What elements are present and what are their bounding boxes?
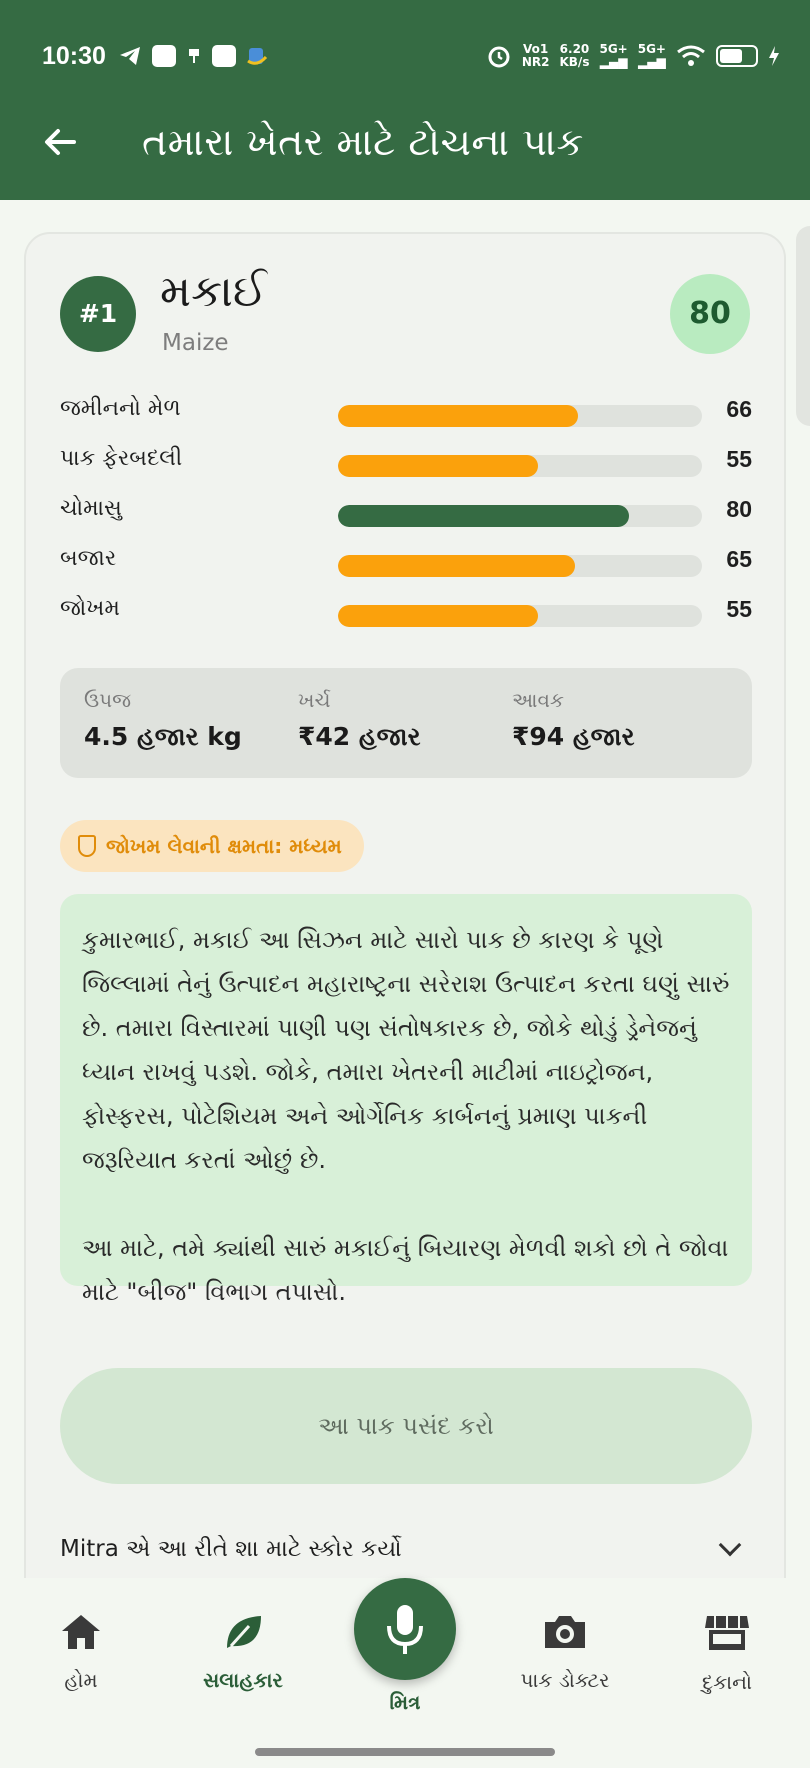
crop-name: મકાઈ	[160, 266, 267, 317]
page-title: તમારા ખેતર માટે ટોચના પાક	[142, 119, 584, 164]
metric-row: બજાર 65	[60, 542, 752, 592]
nav-advisor-label: સલાહકાર	[203, 1668, 283, 1692]
camera-icon	[545, 1616, 585, 1648]
mitra-voice-button[interactable]	[354, 1578, 456, 1680]
risk-tolerance-text: જોખમ લેવાની ક્ષમતા: મધ્યમ	[106, 834, 342, 858]
status-time: 10:30	[42, 41, 106, 70]
score-explanation-label: Mitra એ આ રીતે શા માટે સ્કોર કર્યો	[60, 1536, 402, 1562]
score-explanation-expander[interactable]: Mitra એ આ રીતે શા માટે સ્કોર કર્યો	[60, 1524, 752, 1574]
metric-bar-fill	[338, 455, 539, 477]
metric-value: 66	[726, 396, 752, 422]
income-value: ₹94 હજાર	[512, 722, 635, 751]
metric-bar	[338, 605, 702, 627]
metric-bar-fill	[338, 505, 630, 527]
advice-paragraph: કુમારભાઈ, મકાઈ આ સિઝન માટે સારો પાક છે ક…	[82, 926, 730, 1174]
charging-icon	[769, 46, 779, 66]
telegram-icon	[119, 47, 140, 65]
metric-bar	[338, 405, 702, 427]
rank-badge: #1	[60, 276, 136, 352]
status-bar: 10:30 Vo1 NR2 6.20 KB/s 5G+ ▂▄▆ 5G+ ▂▄▆	[42, 38, 780, 74]
metric-bar-fill	[338, 605, 539, 627]
network-label-1: Vo1	[523, 42, 549, 56]
score-metrics: જમીનનો મેળ 66 પાક ફેરબદલી 55 ચોમાસુ 80 બ…	[60, 392, 752, 642]
net-speed: 6.20	[559, 42, 590, 56]
income-label: આવક	[512, 688, 565, 712]
shield-icon	[78, 835, 96, 857]
crop-recommendation-card: #1 મકાઈ Maize 80 જમીનનો મેળ 66 પાક ફેરબદ…	[24, 232, 786, 1632]
economics-panel: ઉપજ 4.5 હજાર kg ખર્ચ ₹42 હજાર આવક ₹94 હજ…	[60, 668, 752, 778]
nav-shops[interactable]: દુકાનો	[652, 1612, 802, 1694]
app-notification-icon	[151, 45, 176, 67]
metric-label: બજાર	[60, 546, 117, 571]
network-label-2: NR2	[521, 55, 550, 69]
plug-icon	[188, 49, 199, 63]
metric-row: ચોમાસુ 80	[60, 492, 752, 542]
nav-home[interactable]: હોમ	[6, 1612, 156, 1692]
chevron-down-icon	[718, 1533, 742, 1557]
metric-bar	[338, 555, 702, 577]
leaf-icon	[227, 1616, 261, 1648]
advice-paragraph: આ માટે, તમે ક્યાંથી સારું મકાઈનું બિયારણ…	[82, 1234, 729, 1306]
wifi-icon	[677, 45, 705, 66]
bank-app-icon	[247, 48, 268, 65]
signal-2: 5G+ ▂▄▆	[637, 42, 666, 69]
battery-icon	[716, 45, 758, 67]
income-stat: આવક ₹94 હજાર	[512, 688, 635, 752]
nav-advisor[interactable]: સલાહકાર	[168, 1612, 318, 1692]
metric-row: જોખમ 55	[60, 592, 752, 642]
nav-crop-doctor-label: પાક ડોક્ટર	[520, 1668, 610, 1692]
risk-tolerance-badge: જોખમ લેવાની ક્ષમતા: મધ્યમ	[60, 820, 364, 872]
metric-label: પાક ફેરબદલી	[60, 446, 183, 471]
nav-crop-doctor[interactable]: પાક ડોક્ટર	[490, 1612, 640, 1692]
cost-stat: ખર્ચ ₹42 હજાર	[298, 688, 421, 752]
microphone-icon	[387, 1605, 423, 1654]
back-arrow-icon[interactable]	[30, 112, 90, 172]
shopping-bag-icon	[211, 45, 236, 67]
home-icon	[62, 1615, 100, 1649]
metric-bar-fill	[338, 555, 575, 577]
yield-stat: ઉપજ 4.5 હજાર kg	[84, 688, 242, 752]
overall-score-badge: 80	[670, 274, 750, 354]
gesture-home-indicator[interactable]	[255, 1748, 555, 1756]
nav-shops-label: દુકાનો	[701, 1670, 753, 1694]
crop-name-english: Maize	[162, 330, 229, 356]
cost-label: ખર્ચ	[298, 688, 331, 712]
store-icon	[705, 1616, 749, 1650]
bottom-navigation: હોમ સલાહકાર મિત્ર પાક ડોક્ટર દુકાનો	[0, 1578, 810, 1768]
metric-value: 55	[726, 596, 752, 622]
nav-home-label: હોમ	[64, 1668, 98, 1692]
metric-label: જોખમ	[60, 596, 120, 621]
metric-value: 55	[726, 446, 752, 472]
metric-row: પાક ફેરબદલી 55	[60, 442, 752, 492]
metric-bar-fill	[338, 405, 579, 427]
signal-1: 5G+ ▂▄▆	[599, 42, 628, 69]
net-speed-unit: KB/s	[559, 55, 590, 69]
next-card-peek[interactable]	[796, 226, 810, 426]
metric-value: 80	[726, 496, 752, 522]
advice-box: કુમારભાઈ, મકાઈ આ સિઝન માટે સારો પાક છે ક…	[60, 894, 752, 1306]
metric-bar	[338, 455, 702, 477]
app-bar: તમારા ખેતર માટે ટોચના પાક	[0, 100, 810, 184]
choose-crop-button[interactable]: આ પાક પસંદ કરો	[60, 1368, 752, 1484]
cost-value: ₹42 હજાર	[298, 722, 421, 751]
metric-row: જમીનનો મેળ 66	[60, 392, 752, 442]
alarm-icon	[488, 46, 510, 68]
app-header: 10:30 Vo1 NR2 6.20 KB/s 5G+ ▂▄▆ 5G+ ▂▄▆ તમાર…	[0, 0, 810, 200]
metric-bar	[338, 505, 702, 527]
metric-value: 65	[726, 546, 752, 572]
metric-label: જમીનનો મેળ	[60, 396, 181, 421]
yield-label: ઉપજ	[84, 688, 132, 712]
yield-value: 4.5 હજાર kg	[84, 722, 242, 751]
metric-label: ચોમાસુ	[60, 496, 122, 521]
nav-mitra-label: મિત્ર	[389, 1690, 421, 1714]
